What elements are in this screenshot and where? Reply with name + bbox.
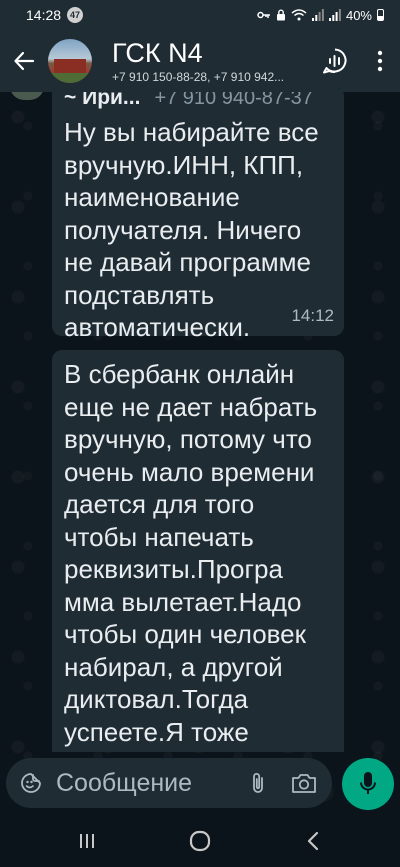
recent-apps-button[interactable] [57, 814, 117, 867]
key-icon [257, 11, 270, 19]
voice-message-button[interactable] [342, 758, 394, 810]
status-bar: 14:28 47 40% [0, 0, 400, 30]
message-text: В сбербанк онлайн еще не дает набрать вр… [64, 359, 318, 752]
camera-icon [292, 774, 316, 793]
lock-icon [276, 9, 285, 21]
back-button[interactable] [0, 30, 48, 92]
message-composer [0, 752, 400, 814]
chat-members: +7 910 150-88-28, +7 910 942... [112, 70, 285, 84]
battery-icon [377, 9, 384, 21]
message-list[interactable]: ~ Ири... +7 910 940-87-37 Ну вы набирайт… [0, 92, 400, 752]
chevron-left-icon [308, 831, 319, 850]
notification-count-badge: 47 [67, 7, 84, 23]
more-options-button[interactable] [360, 30, 400, 92]
message-input[interactable] [56, 763, 236, 803]
more-vertical-icon [377, 50, 383, 72]
system-nav-bar [0, 814, 400, 867]
emoji-button[interactable] [6, 758, 56, 808]
voice-chat-button[interactable] [310, 30, 360, 92]
header-actions [310, 30, 400, 92]
chat-title: ГСК N4 [112, 38, 203, 68]
input-pill [6, 758, 332, 808]
microphone-icon [360, 772, 376, 794]
sender-avatar[interactable] [10, 92, 44, 100]
message-time: 14:12 [291, 306, 334, 325]
wifi-icon [291, 9, 307, 21]
status-right: 40% [257, 8, 384, 23]
sender-phone: +7 910 940-87-37 [154, 92, 313, 109]
group-avatar[interactable] [48, 39, 92, 83]
signal-icon-1 [311, 9, 324, 21]
status-time: 14:28 [26, 7, 62, 23]
message-bubble[interactable]: В сбербанк онлайн еще не дает набрать вр… [52, 350, 344, 752]
message-bubble[interactable]: ~ Ири... +7 910 940-87-37 Ну вы набирайт… [52, 92, 344, 342]
camera-button[interactable] [280, 758, 328, 808]
sticker-smiley-icon [21, 773, 41, 793]
home-button[interactable] [170, 814, 230, 867]
recent-apps-icon [79, 833, 94, 848]
voice-chat-icon [323, 48, 347, 74]
arrow-left-icon [14, 51, 35, 71]
sender-line: ~ Ири... +7 910 940-87-37 [64, 92, 332, 114]
home-circle-icon [189, 830, 211, 851]
chat-info[interactable]: ГСК N4 +7 910 150-88-28, +7 910 942... [112, 38, 312, 84]
back-nav-button[interactable] [283, 814, 343, 867]
status-left: 14:28 47 [26, 7, 84, 23]
battery-percent: 40% [345, 7, 372, 23]
chat-header: ГСК N4 +7 910 150-88-28, +7 910 942... [0, 30, 400, 92]
attach-button[interactable] [236, 758, 280, 808]
signal-icon-2 [328, 9, 341, 21]
sender-name[interactable]: ~ Ири... [64, 92, 140, 110]
paperclip-icon [253, 773, 263, 793]
